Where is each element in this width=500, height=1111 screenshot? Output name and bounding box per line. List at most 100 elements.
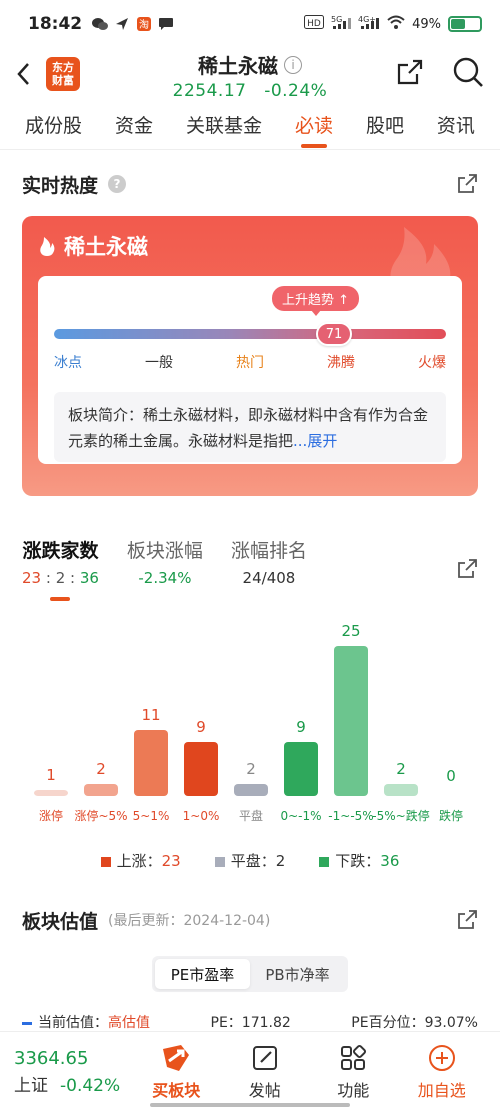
svg-text:5G: 5G	[331, 15, 342, 24]
signal-4g-icon: 4G+	[358, 14, 380, 34]
legend-flat: 平盘：2	[214, 850, 285, 871]
subtab-updown-count[interactable]: 涨跌家数 23 : 2 : 36	[22, 536, 99, 601]
app-logo[interactable]: 东方 财富	[46, 57, 80, 91]
bar-category-label: 平盘	[239, 808, 263, 823]
bar-category-label: 涨停	[39, 808, 63, 823]
heat-levels: 冰点 一般 热门 沸腾 火爆	[54, 352, 446, 372]
send-icon	[114, 16, 130, 32]
status-bar: 18:42 淘 HD 5G 4G+ 49%	[0, 0, 500, 48]
bar-value-label: 2	[246, 760, 256, 778]
pe-percentile: 93.07%	[424, 1015, 478, 1031]
bar-category-label: 1~0%	[183, 809, 220, 823]
heat-card-title: 稀土永磁	[64, 235, 148, 259]
bar-value-label: 9	[296, 718, 306, 736]
heat-score: 71	[316, 322, 352, 346]
heat-meter: 71	[54, 322, 446, 346]
tab-constituents[interactable]: 成份股	[25, 101, 82, 148]
flame-icon	[40, 237, 55, 256]
distribution-chart: 1 涨停 2 涨停~5% 11 5~1% 9 1~0% 2 平盘 9 0~-1% 25 -1~-5% 2 -5…	[34, 622, 468, 823]
help-icon[interactable]: ?	[108, 175, 127, 193]
tab-must-read[interactable]: 必读	[295, 101, 333, 148]
share-icon	[397, 59, 423, 85]
status-time: 18:42	[28, 14, 83, 34]
top-header: 东方 财富 稀土永磁 i 2254.17 -0.24%	[0, 48, 500, 101]
valuation-summary: 当前估值：高估值 PE：171.82 PE百分位：93.07%	[22, 1012, 478, 1032]
tab-news[interactable]: 资讯	[437, 101, 475, 148]
signal-5g-icon: 5G	[331, 14, 352, 34]
sector-intro[interactable]: 板块简介：稀土永磁材料，即永磁材料中含有作为合金元素的稀土金属。永磁材料是指把.…	[54, 392, 446, 462]
home-indicator[interactable]	[150, 1103, 350, 1107]
bar-value-label: 9	[196, 718, 206, 736]
search-button[interactable]	[452, 56, 484, 92]
battery-percent: 49%	[412, 16, 441, 32]
bar-category-label: -1~-5%	[328, 809, 373, 823]
index-ticker[interactable]: 3364.65 上证 -0.42%	[14, 1048, 132, 1096]
heat-section-header: 实时热度 ?	[0, 164, 500, 204]
bar	[134, 730, 168, 796]
search-icon	[453, 57, 483, 87]
bar-category-label: -5%~跌停	[372, 808, 429, 823]
nav-functions[interactable]: 功能	[309, 1043, 398, 1101]
bar	[334, 646, 368, 796]
nav-add-watchlist[interactable]: 加自选	[398, 1043, 487, 1101]
legend-up: 上涨：23	[100, 850, 181, 871]
bar-category-label: 跌停	[439, 808, 463, 823]
arrow-up-icon: ↑	[338, 293, 350, 308]
bar	[434, 791, 468, 796]
valuation-open-button[interactable]	[456, 909, 478, 931]
index-price: 2254.17	[172, 81, 247, 101]
battery-icon	[448, 16, 482, 32]
index-change: -0.24%	[264, 81, 328, 101]
level-label: 冰点	[54, 355, 82, 371]
level-label: 热门	[236, 355, 264, 371]
svg-text:HD: HD	[307, 19, 321, 29]
nav-buy-sector[interactable]: 买板块	[132, 1043, 221, 1101]
pb-option[interactable]: PB市净率	[250, 959, 345, 989]
heat-section-title: 实时热度	[22, 174, 99, 197]
plus-circle-icon	[428, 1044, 455, 1071]
active-indicator	[50, 597, 71, 601]
bar-value-label: 2	[396, 760, 406, 778]
level-label: 一般	[145, 355, 173, 371]
valuation-updated: (最后更新：2024-12-04)	[108, 913, 271, 929]
level-label: 火爆	[418, 355, 446, 371]
subtab-sector-change[interactable]: 板块涨幅 -2.34%	[127, 536, 203, 587]
pe-option[interactable]: PE市盈率	[155, 959, 250, 989]
bar	[184, 742, 218, 796]
bottom-bar: 3364.65 上证 -0.42% 买板块 发帖 功能 加自选	[0, 1031, 500, 1111]
share-button[interactable]	[396, 58, 424, 90]
external-link-icon	[458, 174, 477, 193]
bar	[84, 784, 118, 796]
info-icon[interactable]: i	[284, 55, 302, 74]
chevron-left-icon	[17, 63, 29, 85]
valuation-section: 板块估值 (最后更新：2024-12-04) PE市盈率 PB市净率 当前估值：…	[0, 900, 500, 1031]
legend-down: 下跌：36	[319, 850, 399, 871]
bar-category-label: 涨停~5%	[74, 808, 127, 823]
taobao-icon: 淘	[136, 16, 152, 32]
page-title: 稀土永磁	[198, 54, 278, 78]
bar-value-label: 0	[446, 767, 456, 785]
level-label: 沸腾	[327, 355, 355, 371]
tab-funds-flow[interactable]: 资金	[115, 101, 153, 148]
tab-forum[interactable]: 股吧	[366, 101, 404, 148]
bar-category-label: 0~-1%	[280, 809, 321, 823]
intro-label: 板块简介：	[68, 406, 144, 424]
expand-link[interactable]: ...展开	[293, 432, 337, 450]
heat-open-button[interactable]	[456, 173, 478, 195]
valuation-toggle: PE市盈率 PB市净率	[152, 956, 348, 992]
heat-panel: 上升趋势 ↑ 71 冰点 一般 热门 沸腾 火爆 板块简介：稀土永磁材料，即永磁…	[38, 276, 462, 464]
bar-category-label: 5~1%	[133, 809, 170, 823]
heat-card[interactable]: 稀土永磁 上升趋势 ↑ 71 冰点 一般 热门 沸腾 火爆 板块简介：稀土永磁材…	[22, 216, 478, 496]
nav-post[interactable]: 发帖	[221, 1043, 310, 1101]
updown-open-button[interactable]	[456, 558, 478, 580]
bar	[34, 790, 68, 796]
updown-section: 涨跌家数 23 : 2 : 36 板块涨幅 -2.34% 涨幅排名 24/408	[0, 536, 500, 601]
subtab-change-rank[interactable]: 涨幅排名 24/408	[231, 536, 307, 587]
external-link-icon	[458, 559, 477, 578]
tab-related-funds[interactable]: 关联基金	[186, 101, 262, 148]
back-button[interactable]	[16, 59, 40, 89]
wechat-icon	[92, 16, 109, 32]
valuation-title: 板块估值	[22, 910, 99, 933]
bar-value-label: 25	[341, 622, 360, 640]
bar-value-label: 1	[46, 766, 56, 784]
